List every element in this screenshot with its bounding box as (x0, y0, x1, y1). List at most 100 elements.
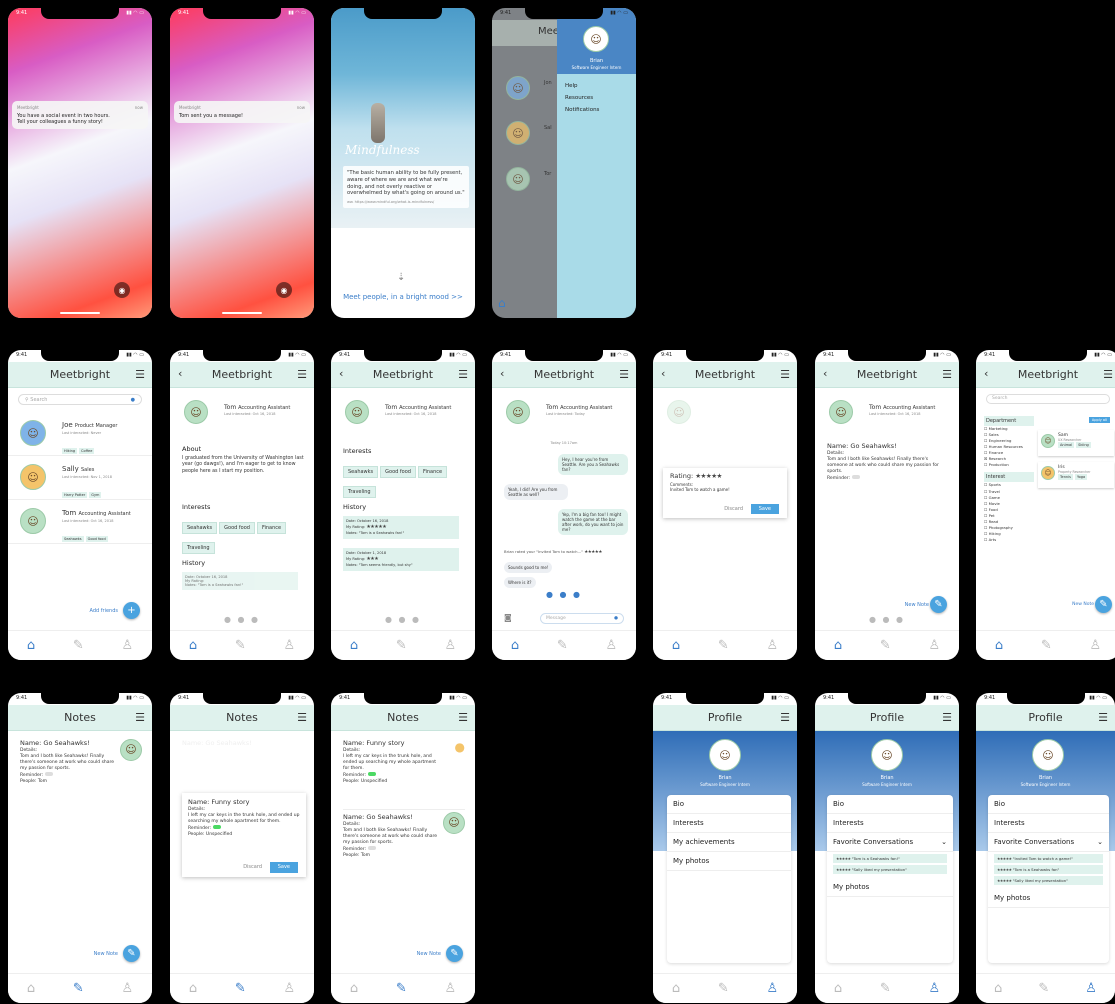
camera-icon[interactable]: ◉ (276, 282, 292, 298)
list-item[interactable]: ☺ Sally Sales Last interacted: Nov 1, 20… (8, 456, 152, 500)
home-icon[interactable]: ⌂ (498, 296, 506, 310)
new-note-button[interactable]: ✎ (930, 596, 947, 613)
notes-icon[interactable]: ✎ (1041, 638, 1052, 653)
notification-message[interactable]: Meetbright now Tom sent you a message! (174, 101, 310, 123)
back-icon[interactable]: ‹ (339, 367, 343, 380)
notes-icon[interactable]: ✎ (718, 981, 729, 996)
notes-icon[interactable]: ✎ (880, 638, 891, 653)
note-card[interactable]: Name: Go Seahawks! Details: Tom and I both… (20, 739, 142, 785)
notes-icon[interactable]: ✎ (235, 638, 246, 653)
profile-icon[interactable]: ♙ (283, 981, 295, 996)
discard-button[interactable]: Discard (724, 506, 743, 512)
menu-icon[interactable]: ☰ (1098, 711, 1108, 724)
favorite-conversations[interactable]: Favorite Conversations ⌄ (827, 833, 953, 852)
profile-item-bio[interactable]: Bio (667, 795, 791, 814)
send-icon[interactable]: ● (614, 616, 618, 621)
home-icon[interactable]: ⌂ (995, 638, 1003, 653)
menu-icon[interactable]: ☰ (458, 711, 468, 724)
back-icon[interactable]: ‹ (500, 367, 504, 380)
mic-icon[interactable]: ● (131, 397, 135, 403)
favorite-conversations[interactable]: Favorite Conversations ⌄ (988, 833, 1109, 852)
menu-icon[interactable]: ☰ (458, 368, 468, 381)
notes-icon[interactable]: ✎ (235, 981, 246, 996)
notes-icon[interactable]: ✎ (396, 981, 407, 996)
profile-item-photos[interactable]: My photos (667, 852, 791, 871)
reminder-toggle[interactable] (367, 772, 376, 777)
list-item[interactable]: ☺ Tom Accounting Assistant Last interact… (8, 500, 152, 544)
profile-item-interests[interactable]: Interests (667, 814, 791, 833)
home-icon[interactable]: ⌂ (350, 638, 358, 653)
camera-icon[interactable]: ◙ (504, 613, 512, 622)
profile-icon[interactable]: ♙ (605, 638, 617, 653)
notes-icon[interactable]: ✎ (73, 981, 84, 996)
note-card[interactable]: Name: Go Seahawks! Details: Tom and I both… (343, 809, 465, 859)
menu-icon[interactable]: ☰ (297, 368, 307, 381)
result-card[interactable]: ☺ Sam UX Researcher Animal Skiing (1038, 430, 1114, 456)
profile-icon[interactable]: ♙ (766, 638, 778, 653)
home-icon[interactable]: ⌂ (834, 981, 842, 996)
discard-button[interactable]: Discard (243, 864, 262, 871)
home-icon[interactable]: ⌂ (672, 638, 680, 653)
home-icon[interactable]: ⌂ (189, 638, 197, 653)
notes-icon[interactable]: ✎ (396, 638, 407, 653)
result-card[interactable]: ☺ Iris Property Researcher Tennis Yoga (1038, 462, 1114, 488)
reminder-toggle[interactable] (367, 846, 376, 851)
meet-people-link[interactable]: Meet people, in a bright mood >> (331, 293, 475, 301)
profile-icon[interactable]: ♙ (1089, 638, 1101, 653)
drawer-item-help[interactable]: Help (565, 80, 628, 92)
notes-icon[interactable]: ✎ (718, 638, 729, 653)
menu-icon[interactable]: ☰ (1103, 368, 1113, 381)
profile-icon[interactable]: ♙ (766, 981, 778, 996)
menu-icon[interactable]: ☰ (135, 711, 145, 724)
history-entry[interactable]: Date: October 1, 2018 My Rating: ★★★ Notes… (343, 548, 459, 572)
message-input[interactable]: Message ● (540, 613, 624, 624)
menu-icon[interactable]: ☰ (780, 368, 790, 381)
profile-icon[interactable]: ♙ (121, 981, 133, 996)
back-icon[interactable]: ‹ (661, 367, 665, 380)
chevron-down-icon[interactable]: ⌄ (941, 838, 947, 846)
back-icon[interactable]: ‹ (984, 367, 988, 380)
reminder-toggle[interactable] (212, 824, 221, 829)
save-button[interactable]: Save (269, 862, 298, 873)
new-note-button[interactable]: ✎ (123, 945, 140, 962)
new-note-button[interactable]: ✎ (1095, 596, 1112, 613)
chevron-down-icon[interactable]: ⌄ (1097, 838, 1103, 846)
notes-icon[interactable]: ✎ (880, 981, 891, 996)
note-card[interactable]: Name: Funny story Details: I left my car k… (343, 739, 465, 785)
profile-item-achievements[interactable]: My achievements (667, 833, 791, 852)
notes-icon[interactable]: ✎ (1038, 981, 1049, 996)
search-input[interactable]: ⚲ Search ● (18, 394, 142, 405)
menu-icon[interactable]: ☰ (942, 368, 952, 381)
back-icon[interactable]: ‹ (178, 367, 182, 380)
home-icon[interactable]: ⌂ (672, 981, 680, 996)
save-button[interactable]: Save (750, 504, 779, 514)
download-icon[interactable]: ⇣ (397, 272, 405, 283)
menu-icon[interactable]: ☰ (297, 711, 307, 724)
profile-icon[interactable]: ♙ (283, 638, 295, 653)
home-icon[interactable]: ⌂ (511, 638, 519, 653)
drawer-item-notifications[interactable]: Notifications (565, 104, 628, 116)
drawer-item-resources[interactable]: Resources (565, 92, 628, 104)
home-icon[interactable]: ⌂ (189, 981, 197, 996)
profile-icon[interactable]: ♙ (928, 981, 940, 996)
home-icon[interactable]: ⌂ (27, 981, 35, 996)
notes-icon[interactable]: ✎ (73, 638, 84, 653)
profile-icon[interactable]: ♙ (121, 638, 133, 653)
home-icon[interactable]: ⌂ (994, 981, 1002, 996)
new-note-button[interactable]: ✎ (446, 945, 463, 962)
apply-button[interactable]: Apply all (1088, 417, 1110, 423)
reminder-toggle[interactable] (851, 475, 860, 480)
camera-icon[interactable]: ◉ (114, 282, 130, 298)
add-friend-button[interactable]: + (123, 602, 140, 619)
notes-icon[interactable]: ✎ (557, 638, 568, 653)
history-entry[interactable]: Date: October 16, 2018 My Rating: ★★★★★ No… (343, 516, 459, 540)
menu-icon[interactable]: ☰ (619, 368, 629, 381)
menu-icon[interactable]: ☰ (135, 368, 145, 381)
profile-icon[interactable]: ♙ (1085, 981, 1097, 996)
profile-icon[interactable]: ♙ (444, 638, 456, 653)
home-icon[interactable]: ⌂ (27, 638, 35, 653)
menu-icon[interactable]: ☰ (942, 711, 952, 724)
reminder-toggle[interactable] (44, 772, 53, 777)
notification-event[interactable]: Meetbright now You have a social event i… (12, 101, 148, 129)
home-icon[interactable]: ⌂ (834, 638, 842, 653)
